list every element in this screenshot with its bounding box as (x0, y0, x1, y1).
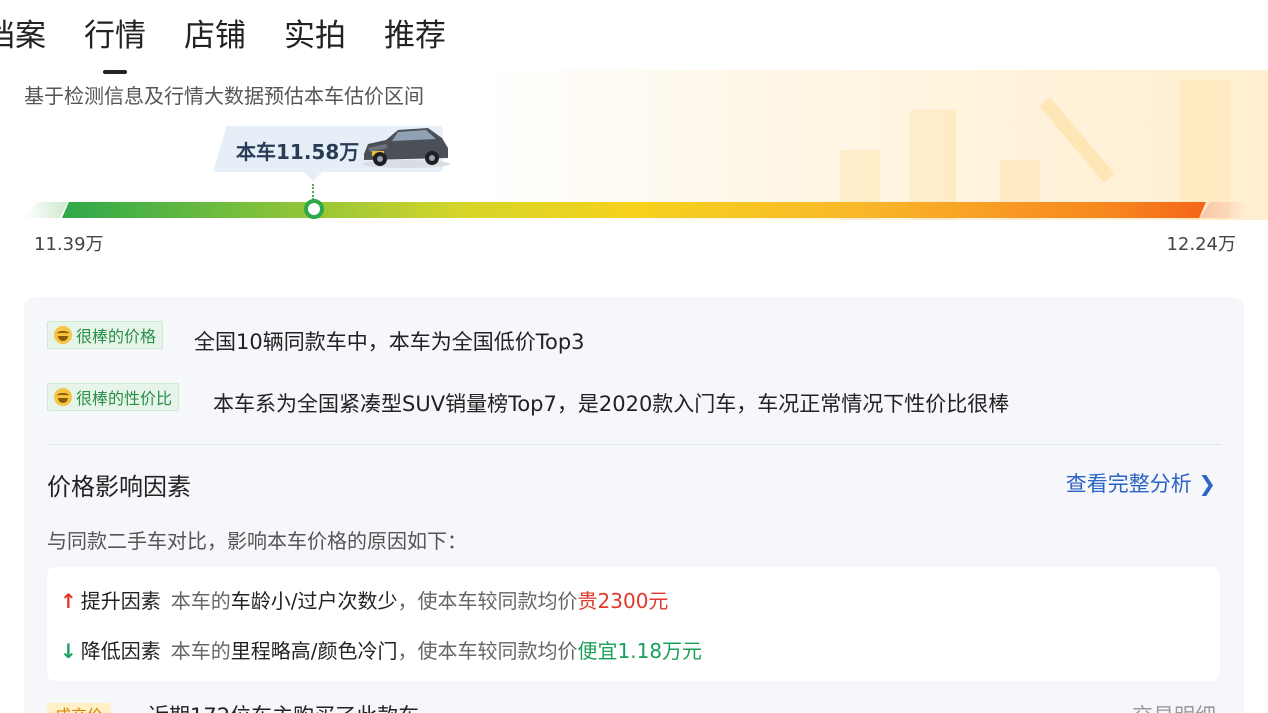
tab-photos[interactable]: 实拍 (284, 14, 346, 62)
decrease-factor-strong: 里程略高/颜色冷门 (230, 639, 398, 663)
card-divider (47, 444, 1221, 445)
transaction-details-link[interactable]: 交易明细 (1132, 700, 1216, 713)
great-price-badge-label: 很棒的价格 (76, 327, 157, 346)
great-value-text: 本车系为全国紧凑型SUV销量榜Top7，是2020款入门车，车况正常情况下性价比… (213, 392, 1010, 416)
price-bar-left-fade (24, 202, 68, 218)
great-value-badge-label: 很棒的性价比 (76, 389, 173, 408)
deal-summary-text: 近期172位车主购买了此款车 (148, 700, 419, 713)
tab-archive[interactable]: 档案 (0, 14, 46, 62)
price-min-label: 11.39万 (34, 234, 104, 255)
increase-factor-kind: 提升因素 (80, 589, 161, 613)
chevron-right-icon: ❯ (1198, 472, 1216, 496)
smile-icon (54, 326, 72, 344)
decrease-factor-prefix: 本车的 (170, 639, 231, 663)
great-price-badge: 很棒的价格 (47, 321, 164, 349)
marker-connector (312, 184, 314, 200)
tab-store[interactable]: 店铺 (184, 14, 246, 62)
estimate-description: 基于检测信息及行情大数据预估本车估价区间 (24, 84, 424, 108)
decrease-factor-delta: 便宜1.18万元 (577, 639, 703, 663)
decrease-factor-row: ↓ 降低因素 本车的里程略高/颜色冷门，使本车较同款均价便宜1.18万元 (60, 635, 702, 664)
great-value-badge: 很棒的性价比 (47, 383, 180, 411)
arrow-down-icon: ↓ (60, 639, 77, 663)
increase-factor-mid: ，使本车较同款均价 (397, 589, 578, 613)
increase-factor-delta: 贵2300元 (577, 589, 669, 613)
tab-bar: 档案 行情 店铺 实拍 推荐 (0, 14, 484, 62)
price-range-bar (62, 202, 1206, 218)
tab-market[interactable]: 行情 (84, 14, 146, 62)
deal-price-badge: 成交价 (47, 703, 112, 713)
price-factors-title: 价格影响因素 (47, 473, 191, 501)
price-factors-description: 与同款二手车对比，影响本车价格的原因如下： (47, 529, 467, 553)
price-max-label: 12.24万 (1166, 234, 1236, 255)
increase-factor-strong: 车龄小/过户次数少 (230, 589, 398, 613)
view-full-analysis-link[interactable]: 查看完整分析 ❯ (1066, 468, 1216, 498)
increase-factor-row: ↑ 提升因素 本车的车龄小/过户次数少，使本车较同款均价贵2300元 (60, 585, 668, 614)
decrease-factor-mid: ，使本车较同款均价 (397, 639, 578, 663)
great-price-text: 全国10辆同款车中，本车为全国低价Top3 (194, 330, 585, 354)
current-price-label: 本车11.58万 (236, 140, 360, 164)
transaction-details-label: 交易明细 (1132, 704, 1216, 713)
marker-pointer (303, 171, 323, 181)
view-full-analysis-label: 查看完整分析 (1065, 472, 1192, 496)
background-decoration (480, 70, 1268, 220)
current-price-knob (303, 199, 324, 219)
decrease-factor-kind: 降低因素 (80, 639, 161, 663)
smile-icon (54, 388, 72, 406)
increase-factor-prefix: 本车的 (170, 589, 231, 613)
car-icon (362, 128, 450, 168)
tab-recommend[interactable]: 推荐 (384, 14, 446, 62)
arrow-up-icon: ↑ (60, 589, 77, 613)
